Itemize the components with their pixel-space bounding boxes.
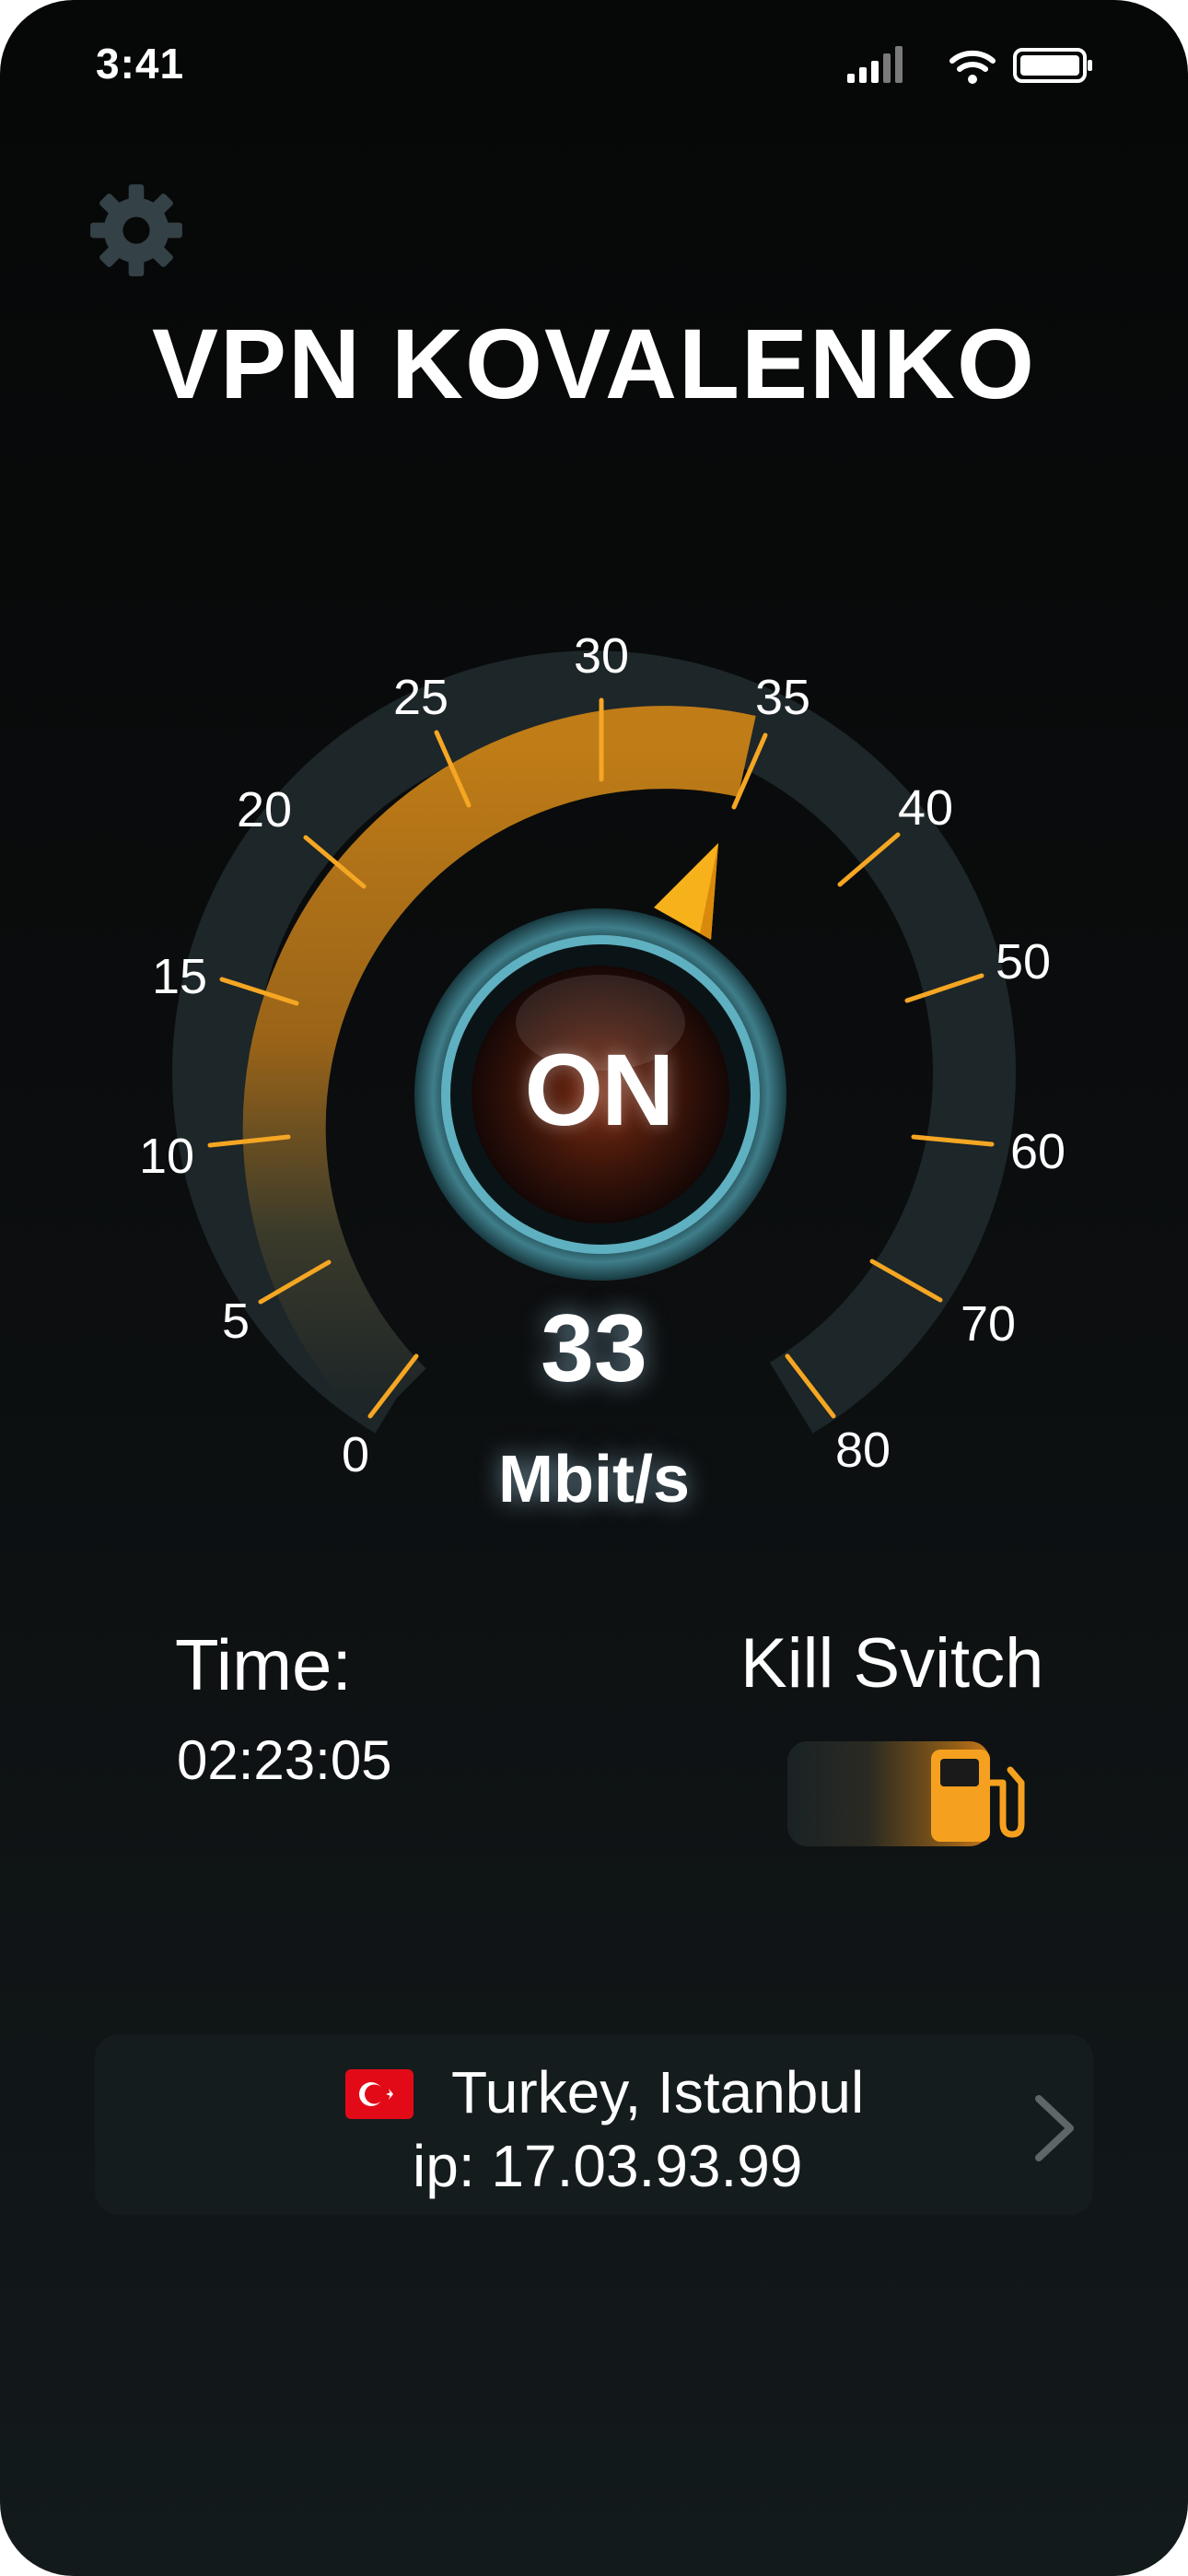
tick-label-80: 80 [835,1423,891,1478]
tick-label-60: 60 [1010,1124,1066,1179]
tick-label-35: 35 [755,670,810,725]
status-icons [847,46,1092,84]
fuel-pump-icon [931,1750,1025,1842]
tick-label-0: 0 [342,1427,369,1482]
tick-label-20: 20 [237,782,292,837]
battery-icon [1013,48,1092,83]
tick-label-25: 25 [393,670,448,725]
speed-unit: Mbit/s [498,1443,690,1516]
location-ip: ip: 17.03.93.99 [413,2133,803,2199]
location-name: Turkey, Istanbul [451,2059,865,2125]
kill-switch-label: Kill Svitch [740,1624,1044,1703]
status-time: 3:41 [96,40,185,88]
signal-icon [847,46,903,83]
time-value: 02:23:05 [177,1729,392,1791]
wifi-icon [949,50,996,84]
chevron-right-icon[interactable] [1030,2091,1081,2165]
speed-value: 33 [541,1295,647,1402]
tick-label-70: 70 [961,1296,1016,1352]
tick-label-30: 30 [574,628,629,684]
app-title: VPN KOVALENKO [151,308,1037,419]
tick-label-50: 50 [996,934,1051,989]
turkey-flag-icon [345,2069,413,2119]
app-screen: 3:41 VPN KOVALENKO 0 5 10 15 20 25 30 35… [0,0,1188,2576]
tick-label-40: 40 [898,780,953,836]
time-label: Time: [175,1624,353,1705]
tick-label-15: 15 [152,949,207,1004]
status-bar: 3:41 [0,0,1188,129]
power-state-label: ON [524,1034,675,1147]
tick-label-5: 5 [222,1294,250,1349]
settings-gear-icon[interactable] [88,182,184,278]
tick-label-10: 10 [139,1129,194,1184]
